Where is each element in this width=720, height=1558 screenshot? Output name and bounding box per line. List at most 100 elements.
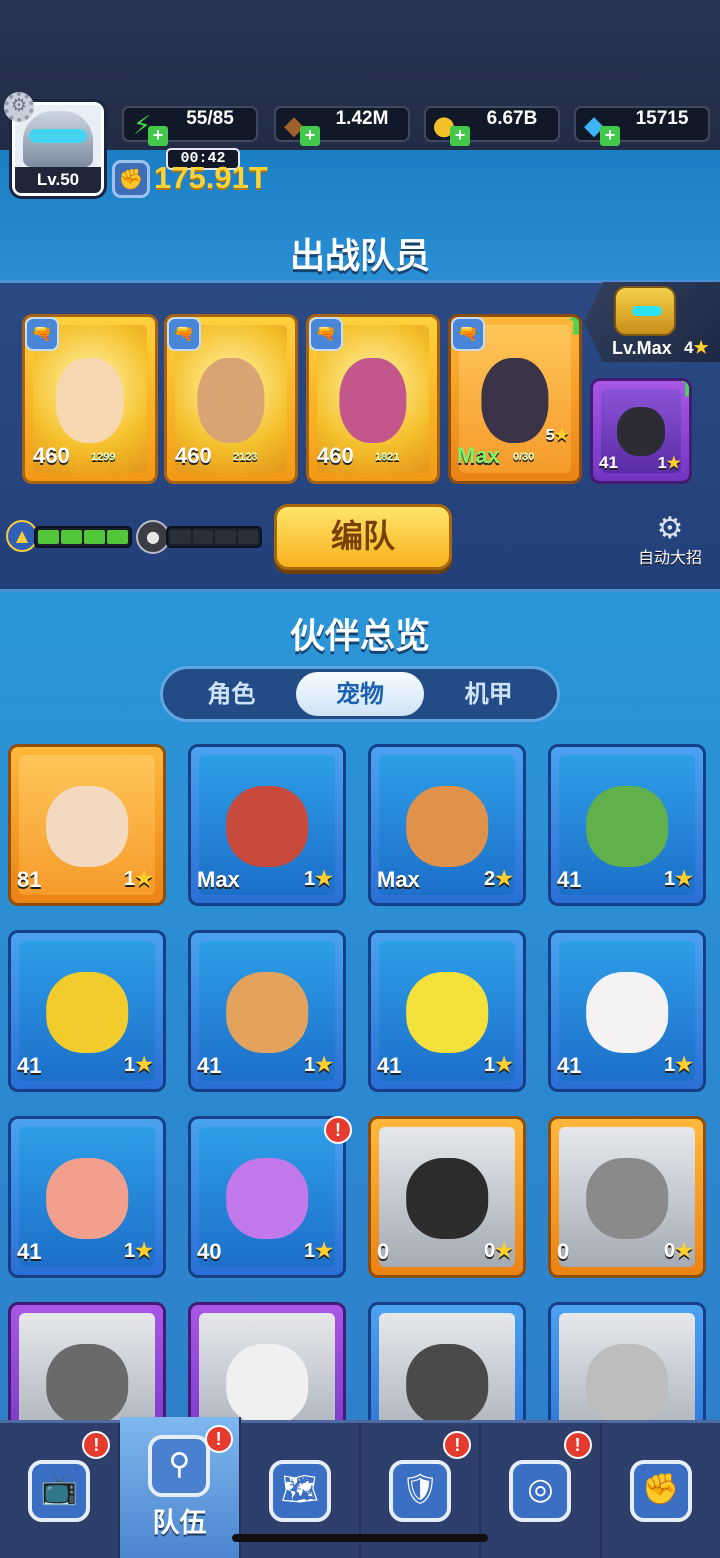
tab-mechs[interactable]: 机甲: [424, 672, 553, 716]
team-member-card[interactable]: 🔫 460 1821: [306, 314, 440, 484]
pet-figure: [226, 1157, 308, 1239]
tab-characters[interactable]: 角色: [167, 672, 296, 716]
add-gem-button[interactable]: +: [600, 126, 620, 146]
upgrade-arrow-icon: ⬆: [677, 381, 689, 401]
pet-star-count: 0: [483, 1240, 496, 1262]
bear-emblem-icon: ●: [136, 520, 170, 554]
pet-card[interactable]: Max 2★: [368, 744, 526, 906]
combat-power: 175.91T: [154, 160, 268, 195]
member-star-count: 5: [545, 427, 555, 444]
add-coin-button[interactable]: +: [450, 126, 470, 146]
pet-figure: [406, 785, 488, 867]
pet-level: 81: [17, 867, 42, 892]
pet-card[interactable]: 40 1★: [188, 1116, 346, 1278]
add-stamina-button[interactable]: +: [148, 126, 168, 146]
star-icon: ★: [675, 1054, 693, 1076]
nav-guild[interactable]: ✊: [602, 1423, 720, 1558]
pet-figure: [586, 1157, 668, 1239]
pet-level: 40: [197, 1239, 222, 1264]
team-member-card[interactable]: 🔫 ⬆ Max 0/30 5★: [448, 314, 582, 484]
nav-team-label: 队伍: [152, 1508, 207, 1539]
pet-card[interactable]: 41 1★: [548, 930, 706, 1092]
exp-counter[interactable]: ◆ + 1.42M: [274, 106, 410, 146]
pet-level: Max: [197, 867, 240, 892]
stamina-counter[interactable]: ⚡ + 55/85: [122, 106, 258, 146]
pet-card[interactable]: Max 1★: [188, 744, 346, 906]
pet-stars: 1★: [304, 1238, 333, 1263]
pet-star-count: 1: [123, 1054, 136, 1076]
add-exp-button[interactable]: +: [300, 126, 320, 146]
pet-level: 41: [377, 1053, 402, 1078]
pet-figure: [617, 407, 665, 457]
nav-team[interactable]: ⚲ 队伍 !: [120, 1417, 241, 1558]
pet-stars: 1★: [304, 866, 333, 891]
member-level: 460: [175, 443, 212, 468]
pet-card[interactable]: 41 1★: [8, 930, 166, 1092]
team-member-card[interactable]: 🔫 460 2123: [164, 314, 298, 484]
home-indicator[interactable]: [232, 1534, 488, 1542]
pet-star-count: 1: [303, 1240, 316, 1262]
team-pet-card[interactable]: ⬆ 41 1★: [590, 378, 692, 484]
pet-card[interactable]: 0 0★: [368, 1116, 526, 1278]
overview-tabs: 角色 宠物 机甲: [160, 666, 560, 722]
pet-figure: [406, 1343, 488, 1425]
tab-pets[interactable]: 宠物: [295, 672, 425, 716]
auto-skill-label: 自动大招: [637, 548, 702, 567]
weapon-icon: 🔫: [451, 317, 485, 351]
member-figure: [481, 357, 549, 444]
formation-button[interactable]: 编队: [274, 504, 452, 570]
mech-eye: [632, 306, 662, 316]
pet-card[interactable]: 81 1★: [8, 744, 166, 906]
pet-level: 41: [17, 1239, 42, 1264]
pet-card[interactable]: 41 1★: [548, 744, 706, 906]
star-icon: ★: [495, 868, 513, 890]
weapon-icon: 🔫: [167, 317, 201, 351]
pet-card[interactable]: 0 0★: [548, 1116, 706, 1278]
nav-badge: !: [204, 1425, 233, 1453]
pet-card[interactable]: 41 1★: [188, 930, 346, 1092]
pet-stars: 0★: [664, 1238, 693, 1263]
pet-star-count: 1: [483, 1054, 496, 1076]
bond-bar-green: [34, 526, 132, 548]
nav-tv[interactable]: 📺 !: [0, 1423, 121, 1558]
member-fragments: 1821: [375, 451, 400, 463]
member-figure: [197, 357, 265, 444]
pet-stars: 1★: [124, 1238, 153, 1263]
team-member-card[interactable]: 🔫 460 1299: [22, 314, 158, 484]
mech-slot[interactable]: Lv.Max 4★: [584, 282, 720, 362]
pet-level: 0: [377, 1239, 390, 1264]
member-fragments: 1299: [91, 451, 116, 463]
team-title: 出战队员: [289, 237, 430, 277]
pet-level: 0: [557, 1239, 570, 1264]
pet-figure: [46, 1343, 128, 1425]
overview-title: 伙伴总览: [289, 617, 430, 657]
star-icon: ★: [693, 338, 709, 357]
new-alert-badge: !: [324, 1116, 352, 1144]
star-icon: ★: [315, 868, 333, 890]
member-fragments: 2123: [233, 451, 258, 463]
coin-value: 6.67B: [486, 108, 538, 129]
star-icon: ★: [495, 1240, 513, 1262]
pet-star-count: 1: [123, 868, 136, 890]
pet-figure: [586, 971, 668, 1053]
settings-gear-icon[interactable]: ⚙: [4, 92, 34, 122]
member-fragments: 0/30: [513, 451, 535, 463]
pet-star-count: 1: [123, 1240, 136, 1262]
shield-icon: 🛡: [389, 1459, 452, 1522]
pet-card[interactable]: 41 1★: [368, 930, 526, 1092]
pet-level: 41: [599, 453, 618, 472]
nav-badge: !: [443, 1431, 472, 1459]
mech-stars: 4★: [684, 338, 709, 358]
gem-counter[interactable]: ◆ + 15715: [574, 106, 710, 146]
mech-level: Lv.Max: [612, 338, 672, 358]
nav-target[interactable]: ◎ !: [481, 1423, 602, 1558]
pet-level: 41: [557, 1053, 582, 1078]
auto-skill-toggle[interactable]: ⚙ 自动大招: [630, 514, 710, 568]
weapon-icon: 🔫: [309, 317, 343, 351]
mech-portrait: [614, 286, 676, 336]
fist-power-icon: ✊: [112, 160, 150, 198]
coin-counter[interactable]: ● + 6.67B: [424, 106, 560, 146]
pet-card[interactable]: 41 1★: [8, 1116, 166, 1278]
pet-figure: [226, 1343, 308, 1425]
pet-level: 41: [17, 1053, 42, 1078]
